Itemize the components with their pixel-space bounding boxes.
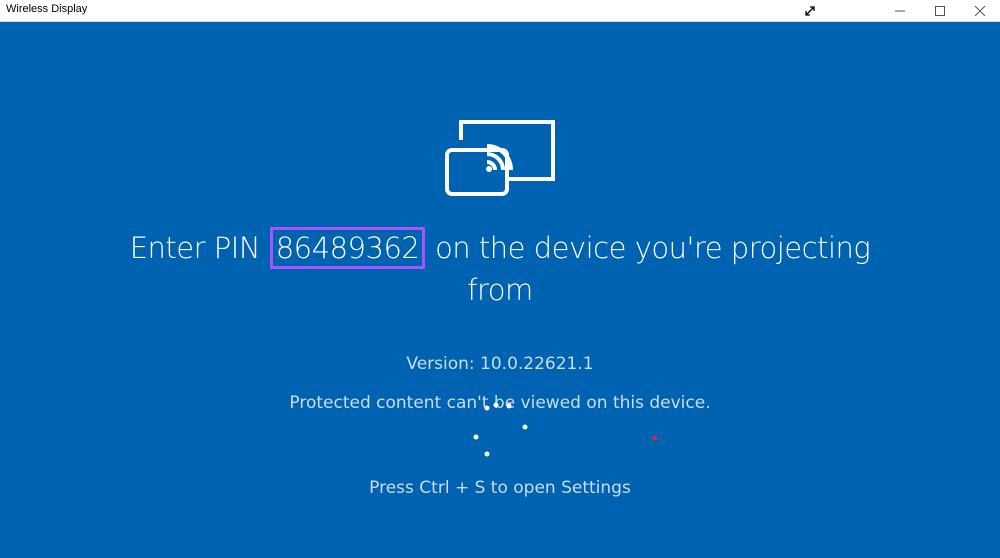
pin-prefix: Enter PIN: [129, 231, 261, 265]
expand-icon: [805, 5, 815, 16]
close-icon: [975, 5, 985, 16]
settings-hint: Press Ctrl + S to open Settings: [369, 478, 631, 498]
loading-spinner-icon: [473, 402, 528, 457]
cast-icon: [445, 120, 555, 196]
pin-instruction: Enter PIN 86489362 on the device you're …: [120, 227, 880, 311]
projection-content: Enter PIN 86489362 on the device you're …: [0, 22, 1000, 558]
window-title: Wireless Display: [6, 3, 88, 15]
version-label: Version: 10.0.22621.1: [406, 354, 594, 374]
minimize-button[interactable]: [878, 0, 922, 21]
close-button[interactable]: [958, 0, 1000, 21]
cursor-dot: [653, 436, 657, 440]
pin-suffix: on the device you're projecting from: [435, 231, 871, 307]
maximize-icon: [935, 5, 945, 16]
wireless-display-window: Wireless Display Enter PIN 86489362 on t…: [0, 0, 1000, 558]
maximize-button[interactable]: [918, 0, 962, 21]
fullscreen-button[interactable]: [788, 0, 832, 21]
title-bar: Wireless Display: [0, 0, 1000, 22]
minimize-icon: [895, 10, 905, 11]
pin-code: 86489362: [269, 227, 426, 269]
